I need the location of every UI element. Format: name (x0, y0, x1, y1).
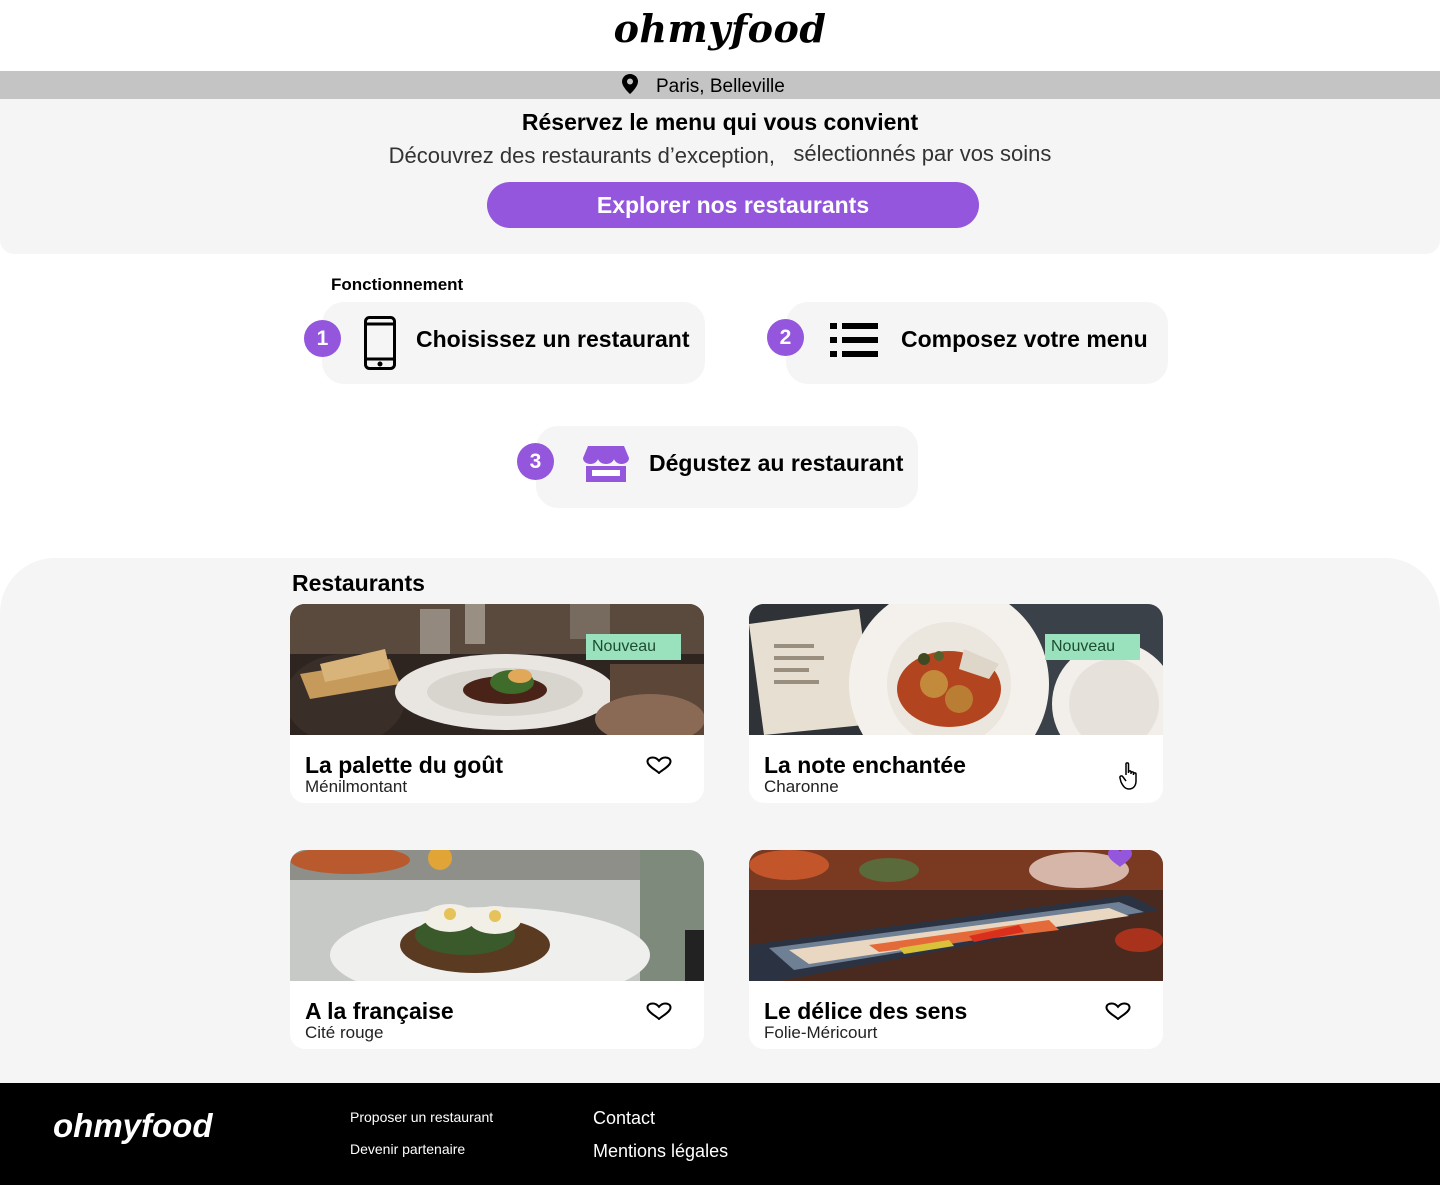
restaurant-photo (749, 850, 1163, 981)
hand-cursor-icon (1119, 761, 1141, 796)
step-card-3: Dégustez au restaurant (536, 426, 918, 508)
location-text: Paris, Belleville (656, 75, 785, 97)
contact-link[interactable]: Contact (593, 1108, 655, 1129)
restaurant-name: A la française (305, 998, 454, 1024)
restaurant-area: Ménilmontant (305, 777, 408, 796)
location-bar: Paris, Belleville (0, 71, 1440, 99)
heart-outline-icon[interactable] (646, 1002, 672, 1025)
restaurant-photo (290, 604, 704, 735)
hero-title: Réservez le menu qui vous convient (521, 109, 919, 135)
restaurant-card[interactable]: A la française Cité rouge (290, 850, 704, 1049)
header: ohmyfood (0, 0, 1440, 71)
new-badge: Nouveau (1045, 634, 1140, 660)
map-pin-icon (622, 74, 638, 99)
smartphone-icon (364, 316, 396, 375)
restaurant-area: Folie-Méricourt (764, 1023, 878, 1042)
restaurant-name: La note enchantée (764, 752, 966, 778)
step-number-1: 1 (304, 320, 341, 357)
heart-filled-icon[interactable] (1108, 850, 1132, 873)
step-label-3: Dégustez au restaurant (649, 450, 904, 476)
restaurant-name: La palette du goût (305, 752, 504, 778)
hero-subtitle-part2: sélectionnés par vos soins (793, 141, 1052, 166)
footer-logo[interactable]: ohmyfood (53, 1107, 212, 1145)
step-card-1: Choisissez un restaurant (322, 302, 705, 384)
how-it-works-title: Fonctionnement (331, 275, 464, 294)
restaurants-section: Restaurants Nouveau La palette du goût M… (0, 558, 1440, 1083)
restaurant-area: Cité rouge (305, 1023, 384, 1042)
propose-restaurant-link[interactable]: Proposer un restaurant (350, 1109, 493, 1125)
site-logo[interactable]: ohmyfood (0, 6, 1440, 51)
footer: ohmyfood Proposer un restaurant Devenir … (0, 1083, 1440, 1185)
location-group[interactable]: Paris, Belleville (622, 74, 785, 99)
step-label-2: Composez votre menu (901, 326, 1148, 352)
step-label-1: Choisissez un restaurant (416, 326, 690, 352)
list-icon (830, 323, 878, 362)
page: ohmyfood Paris, Belleville Réservez le m… (0, 0, 1440, 1185)
restaurant-card[interactable]: Nouveau La note enchantée Charonne (749, 604, 1163, 803)
heart-outline-icon[interactable] (1105, 1002, 1131, 1025)
restaurant-area: Charonne (764, 777, 839, 796)
become-partner-link[interactable]: Devenir partenaire (350, 1141, 465, 1157)
step-number-3: 3 (517, 443, 554, 480)
storefront-icon (583, 446, 629, 487)
new-badge: Nouveau (586, 634, 681, 660)
step-card-2: Composez votre menu (786, 302, 1168, 384)
heart-outline-icon[interactable] (646, 756, 672, 779)
restaurant-card[interactable]: Le délice des sens Folie-Méricourt (749, 850, 1163, 1049)
restaurant-card[interactable]: Nouveau La palette du goût Ménilmontant (290, 604, 704, 803)
restaurants-title: Restaurants (292, 570, 425, 596)
restaurant-name: Le délice des sens (764, 998, 968, 1024)
restaurant-photo (290, 850, 704, 981)
hero-section: Réservez le menu qui vous convient Décou… (0, 99, 1440, 254)
explore-restaurants-button[interactable]: Explorer nos restaurants (487, 182, 979, 228)
restaurant-photo (749, 604, 1163, 735)
hero-subtitle-part1: Découvrez des restaurants d’exception, (388, 143, 776, 168)
legal-mentions-link[interactable]: Mentions légales (593, 1141, 728, 1162)
step-number-2: 2 (767, 319, 804, 356)
hero-subtitle: Découvrez des restaurants d’exception, s… (0, 141, 1440, 169)
